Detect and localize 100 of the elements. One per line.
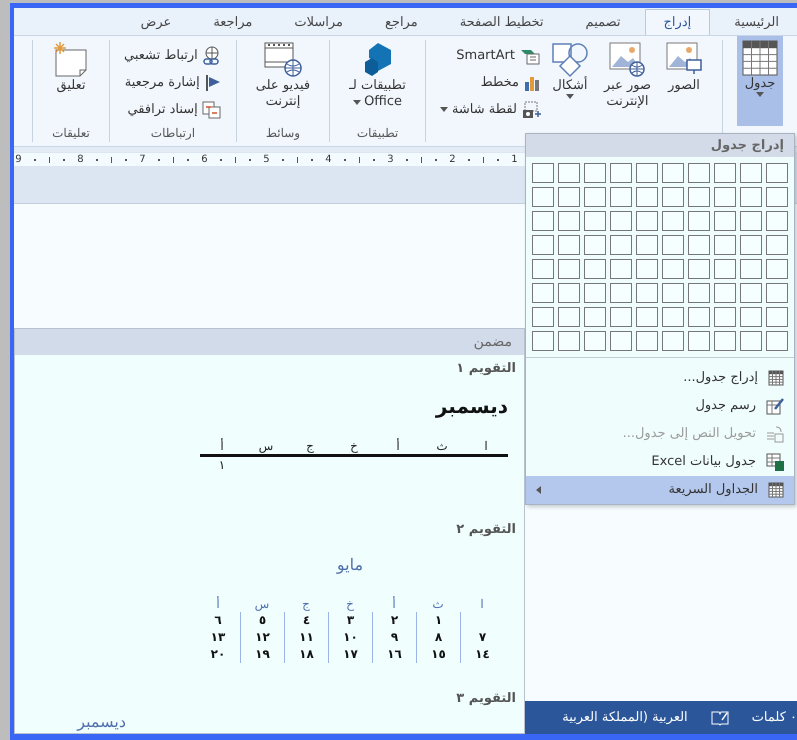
table-grid-cell[interactable] <box>688 211 710 232</box>
word-count[interactable]: ٠ كلمات <box>752 710 797 725</box>
table-grid-cell[interactable] <box>662 163 684 184</box>
table-grid-cell[interactable] <box>766 187 788 208</box>
table-grid-cell[interactable] <box>610 163 632 184</box>
menu-item[interactable]: إدراج جدول... <box>526 364 794 392</box>
table-grid-cell[interactable] <box>688 187 710 208</box>
table-grid-cell[interactable] <box>714 259 736 280</box>
table-grid-cell[interactable] <box>636 163 658 184</box>
table-grid-cell[interactable] <box>584 211 606 232</box>
table-grid-cell[interactable] <box>532 163 554 184</box>
table-grid-cell[interactable] <box>636 259 658 280</box>
table-grid-cell[interactable] <box>532 331 554 352</box>
table-grid-cell[interactable] <box>688 283 710 304</box>
ribbon-tab[interactable]: مراسلات <box>276 9 361 35</box>
table-grid-cell[interactable] <box>740 235 762 256</box>
table-grid-cell[interactable] <box>558 211 580 232</box>
ribbon-tab[interactable]: تخطيط الصفحة <box>442 9 562 35</box>
table-grid-cell[interactable] <box>688 235 710 256</box>
ribbon-tab[interactable]: تصميم <box>568 9 639 35</box>
table-grid-cell[interactable] <box>714 331 736 352</box>
ribbon-button[interactable]: تعليق <box>47 36 95 126</box>
table-grid-cell[interactable] <box>740 163 762 184</box>
table-grid-cell[interactable] <box>714 163 736 184</box>
table-grid-cell[interactable] <box>610 331 632 352</box>
ribbon-button[interactable]: إشارة مرجعية <box>124 69 222 96</box>
table-grid-cell[interactable] <box>766 283 788 304</box>
table-grid-cell[interactable] <box>558 307 580 328</box>
table-grid-cell[interactable] <box>766 307 788 328</box>
table-grid-cell[interactable] <box>636 211 658 232</box>
table-grid-cell[interactable] <box>740 283 762 304</box>
table-grid-cell[interactable] <box>584 307 606 328</box>
table-grid-cell[interactable] <box>532 259 554 280</box>
ribbon-button[interactable]: جدول <box>737 36 783 126</box>
table-grid-cell[interactable] <box>714 307 736 328</box>
table-grid-cell[interactable] <box>740 211 762 232</box>
table-grid-cell[interactable] <box>766 163 788 184</box>
table-grid-cell[interactable] <box>532 187 554 208</box>
table-grid-cell[interactable] <box>740 307 762 328</box>
ribbon-button[interactable]: مخطط <box>440 69 541 96</box>
ribbon-tab[interactable]: مراجعة <box>195 9 270 35</box>
table-grid-cell[interactable] <box>584 235 606 256</box>
table-grid-cell[interactable] <box>636 331 658 352</box>
table-grid-cell[interactable] <box>740 187 762 208</box>
ribbon-tab[interactable]: الرئيسية <box>716 9 797 35</box>
ribbon-button[interactable]: صور عبر الإنترنت <box>598 36 656 126</box>
table-grid-cell[interactable] <box>662 235 684 256</box>
table-grid-cell[interactable] <box>688 331 710 352</box>
table-grid-cell[interactable] <box>766 259 788 280</box>
table-grid-cell[interactable] <box>558 187 580 208</box>
menu-item[interactable]: جدول بيانات Excel <box>526 448 794 476</box>
table-grid-cell[interactable] <box>714 283 736 304</box>
gallery-item[interactable]: التقويم ٣ ديسمبر <box>15 685 524 732</box>
table-grid-cell[interactable] <box>662 211 684 232</box>
table-grid-cell[interactable] <box>740 259 762 280</box>
ribbon-button[interactable]: لقطة شاشة <box>440 96 541 123</box>
table-grid-cell[interactable] <box>766 331 788 352</box>
ribbon-button[interactable]: فيديو على إنترنت <box>250 36 316 126</box>
ribbon-tab[interactable]: عرض <box>122 9 190 35</box>
table-grid-cell[interactable] <box>532 307 554 328</box>
table-grid-cell[interactable] <box>610 187 632 208</box>
table-grid-cell[interactable] <box>662 283 684 304</box>
table-grid-cell[interactable] <box>558 259 580 280</box>
table-grid-cell[interactable] <box>662 307 684 328</box>
ribbon-button[interactable]: ارتباط تشعبي <box>124 42 222 69</box>
table-grid-cell[interactable] <box>532 211 554 232</box>
table-grid-cell[interactable] <box>558 163 580 184</box>
table-grid-cell[interactable] <box>714 235 736 256</box>
table-grid-cell[interactable] <box>636 283 658 304</box>
ribbon-button[interactable]: الصور <box>660 36 708 126</box>
ribbon-tab[interactable]: مراجع <box>366 9 436 35</box>
table-grid-cell[interactable] <box>584 187 606 208</box>
table-grid-cell[interactable] <box>688 259 710 280</box>
table-grid-cell[interactable] <box>558 331 580 352</box>
table-grid-cell[interactable] <box>532 235 554 256</box>
table-grid-cell[interactable] <box>584 331 606 352</box>
table-grid-cell[interactable] <box>766 211 788 232</box>
menu-item[interactable]: رسم جدول <box>526 392 794 420</box>
ribbon-tab[interactable]: إدراج <box>644 9 710 35</box>
ribbon-button[interactable]: SmartArt <box>440 42 541 69</box>
table-grid-cell[interactable] <box>662 187 684 208</box>
table-grid-cell[interactable] <box>584 259 606 280</box>
language-indicator[interactable]: العربية (المملكة العربية <box>562 710 688 725</box>
table-grid-cell[interactable] <box>662 331 684 352</box>
gallery-item[interactable]: التقويم ١ ديسمبر ا ث أ خ ج س أ ١ <box>15 355 524 516</box>
table-grid-cell[interactable] <box>688 163 710 184</box>
ribbon-button[interactable]: أشكال <box>544 36 595 126</box>
table-grid-cell[interactable] <box>636 187 658 208</box>
gallery-item[interactable]: التقويم ٢ مايو ا ث أ خ ج س أ ١ ٢ ٣ ٤ ٥ ٦ ٧ ٨ ٩ ١٠ ١١ ١٢ ١٣ ١٤ ١٥ ١٦ ١٧ ١٨ ١٩ ٢٠ <box>15 516 524 685</box>
table-grid-cell[interactable] <box>636 307 658 328</box>
table-grid-cell[interactable] <box>584 163 606 184</box>
table-grid-cell[interactable] <box>766 235 788 256</box>
table-grid-cell[interactable] <box>714 211 736 232</box>
table-grid-cell[interactable] <box>636 235 658 256</box>
table-grid-cell[interactable] <box>714 187 736 208</box>
table-grid-cell[interactable] <box>610 259 632 280</box>
ribbon-button[interactable]: إسناد ترافقي <box>124 96 222 123</box>
table-grid-cell[interactable] <box>662 259 684 280</box>
table-grid-cell[interactable] <box>558 235 580 256</box>
table-grid-cell[interactable] <box>740 331 762 352</box>
